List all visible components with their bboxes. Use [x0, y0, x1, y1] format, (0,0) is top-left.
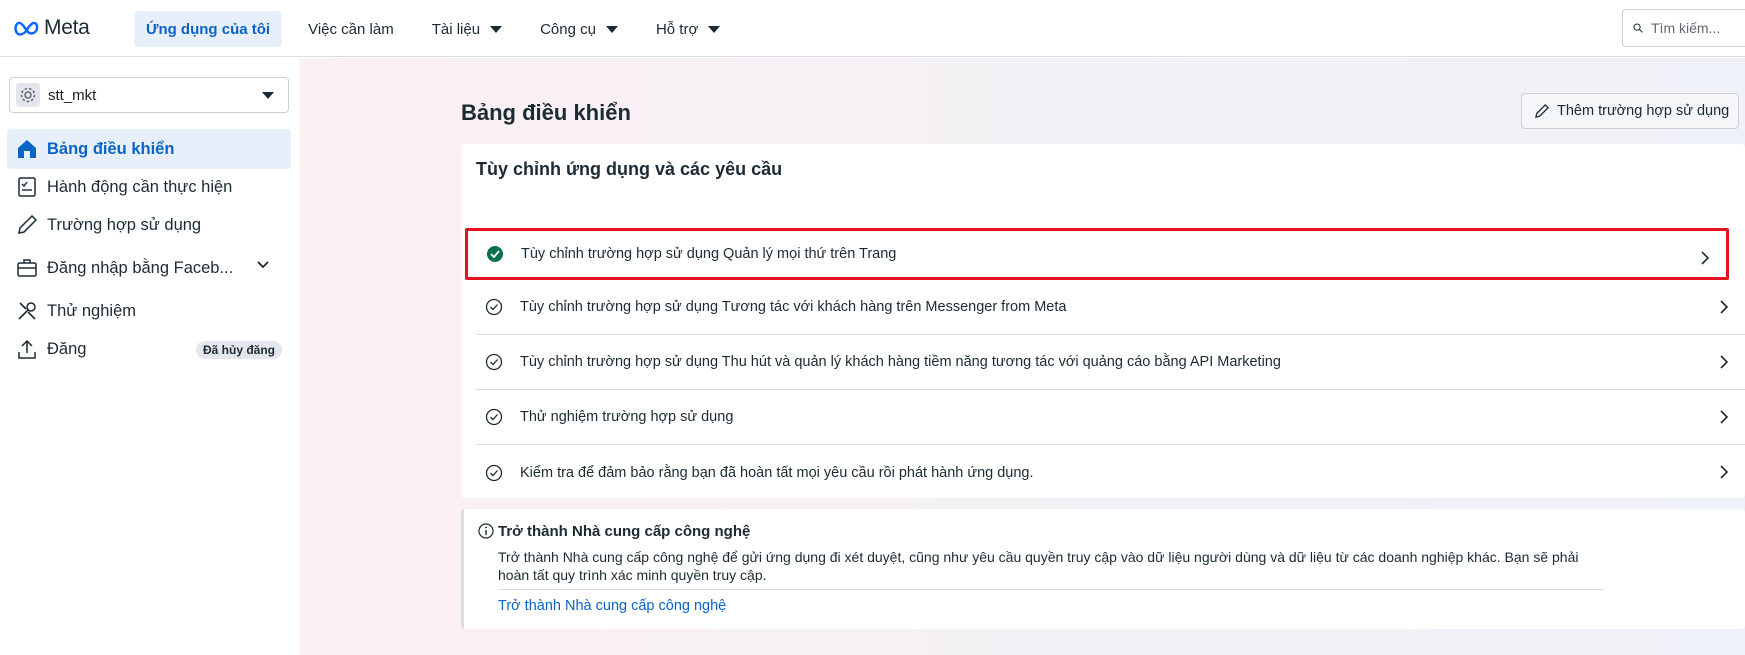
upload-icon	[14, 336, 40, 362]
nav-tools[interactable]: Công cụ	[528, 11, 630, 47]
app-name: stt_mkt	[48, 86, 97, 104]
card-title: Tùy chỉnh ứng dụng và các yêu cầu	[476, 159, 783, 179]
tech-provider-card: Trở thành Nhà cung cấp công nghệ Trở thà…	[461, 509, 1745, 629]
sidebar-item-use-cases[interactable]: Trường hợp sử dụng	[7, 205, 291, 245]
sidebar-item-publish[interactable]: Đăng Đã hủy đăng	[7, 329, 291, 369]
tech-provider-description: Trở thành Nhà cung cấp công nghệ để gửi …	[498, 549, 1579, 583]
nav-my-apps[interactable]: Ứng dụng của tôi	[134, 11, 283, 47]
check-outline-icon	[484, 297, 504, 317]
sidebar-item-label: Thử nghiệm	[47, 301, 137, 320]
list-item[interactable]: Tùy chỉnh trường hợp sử dụng Tương tác v…	[476, 280, 1745, 335]
search-input[interactable]	[1651, 20, 1745, 36]
search-box[interactable]	[1622, 9, 1745, 47]
list-item-text: Tùy chỉnh trường hợp sử dụng Thu hút và …	[520, 354, 1281, 370]
tools-icon	[14, 298, 40, 324]
chevron-right-icon	[1720, 410, 1729, 424]
logo-text: Meta	[44, 16, 90, 39]
sidebar-item-label: Đăng nhập bằng Faceb...	[47, 258, 234, 277]
customize-card: Tùy chỉnh ứng dụng và các yêu cầu Tùy ch…	[461, 144, 1745, 498]
nav-label: Việc cần làm	[308, 20, 394, 38]
check-outline-icon	[484, 407, 504, 427]
sidebar-item-label: Trường hợp sử dụng	[47, 215, 202, 234]
gear-icon	[16, 83, 40, 107]
nav-label: Công cụ	[540, 20, 596, 38]
add-use-case-label: Thêm trường hợp sử dụng	[1557, 103, 1730, 119]
chevron-down-icon[interactable]	[257, 261, 269, 269]
caret-down-icon	[708, 25, 721, 33]
search-icon	[1633, 23, 1643, 33]
list-item[interactable]: Tùy chỉnh trường hợp sử dụng Thu hút và …	[476, 335, 1745, 390]
caret-down-icon	[605, 25, 618, 33]
chevron-right-icon	[1720, 355, 1729, 369]
pencil-icon	[14, 212, 40, 238]
list-item[interactable]: Thử nghiệm trường hợp sử dụng	[476, 390, 1745, 445]
become-tech-provider-link[interactable]: Trở thành Nhà cung cấp công nghệ	[498, 598, 726, 614]
tech-provider-title: Trở thành Nhà cung cấp công nghệ	[498, 523, 751, 540]
nav-todo[interactable]: Việc cần làm	[296, 11, 406, 47]
page-title: Bảng điều khiển	[461, 100, 631, 125]
main-nav: Ứng dụng của tôi Việc cần làm Tài liệu C…	[134, 11, 746, 47]
check-outline-icon	[484, 352, 504, 372]
sidebar-item-label: Hành động cần thực hiện	[47, 177, 233, 196]
sidebar-item-label: Đăng	[47, 339, 87, 358]
list-item-text: Kiểm tra để đảm bảo rằng bạn đã hoàn tất…	[520, 464, 1034, 481]
list-item-text: Thử nghiệm trường hợp sử dụng	[520, 409, 734, 425]
nav-support[interactable]: Hỗ trợ	[644, 11, 732, 47]
nav-docs[interactable]: Tài liệu	[420, 11, 514, 47]
sidebar-item-testing[interactable]: Thử nghiệm	[7, 291, 291, 331]
chevron-right-icon	[1701, 251, 1710, 265]
sidebar-item-facebook-login[interactable]: Đăng nhập bằng Faceb...	[7, 248, 291, 288]
sidebar: stt_mkt Bảng điều khiển Hành động cần th…	[0, 58, 298, 655]
main-content: Bảng điều khiển Thêm trường hợp sử dụng …	[299, 58, 1745, 655]
caret-down-icon	[262, 92, 274, 99]
sidebar-item-label: Bảng điều khiển	[47, 139, 175, 158]
sidebar-item-actions[interactable]: Hành động cần thực hiện	[7, 167, 291, 207]
nav-label: Hỗ trợ	[655, 20, 699, 38]
nav-label: Tài liệu	[431, 20, 481, 38]
meta-logo[interactable]: Meta	[14, 16, 90, 40]
app-selector[interactable]: stt_mkt	[9, 77, 289, 113]
pencil-icon	[1534, 103, 1549, 118]
chevron-right-icon	[1720, 300, 1729, 314]
check-outline-icon	[484, 463, 504, 483]
status-badge: Đã hủy đăng	[195, 341, 282, 359]
list-item[interactable]: Tùy chỉnh trường hợp sử dụng Quản lý mọi…	[465, 228, 1729, 280]
checklist-icon	[14, 174, 40, 200]
add-use-case-button[interactable]: Thêm trường hợp sử dụng	[1521, 93, 1739, 129]
briefcase-icon	[14, 255, 40, 281]
check-filled-icon	[485, 244, 505, 264]
sidebar-item-dashboard[interactable]: Bảng điều khiển	[7, 129, 291, 169]
divider	[498, 589, 1603, 590]
list-item-text: Tùy chỉnh trường hợp sử dụng Quản lý mọi…	[521, 246, 897, 262]
caret-down-icon	[490, 25, 503, 33]
top-nav-bar: Meta Ứng dụng của tôi Việc cần làm Tài l…	[0, 0, 1745, 57]
nav-label: Ứng dụng của tôi	[146, 20, 271, 38]
list-item[interactable]: Kiểm tra để đảm bảo rằng bạn đã hoàn tất…	[476, 445, 1745, 500]
chevron-right-icon	[1720, 465, 1729, 479]
list-item-text: Tùy chỉnh trường hợp sử dụng Tương tác v…	[520, 299, 1067, 315]
home-icon	[14, 136, 40, 162]
meta-infinity-icon	[14, 21, 39, 36]
info-icon	[478, 523, 494, 539]
